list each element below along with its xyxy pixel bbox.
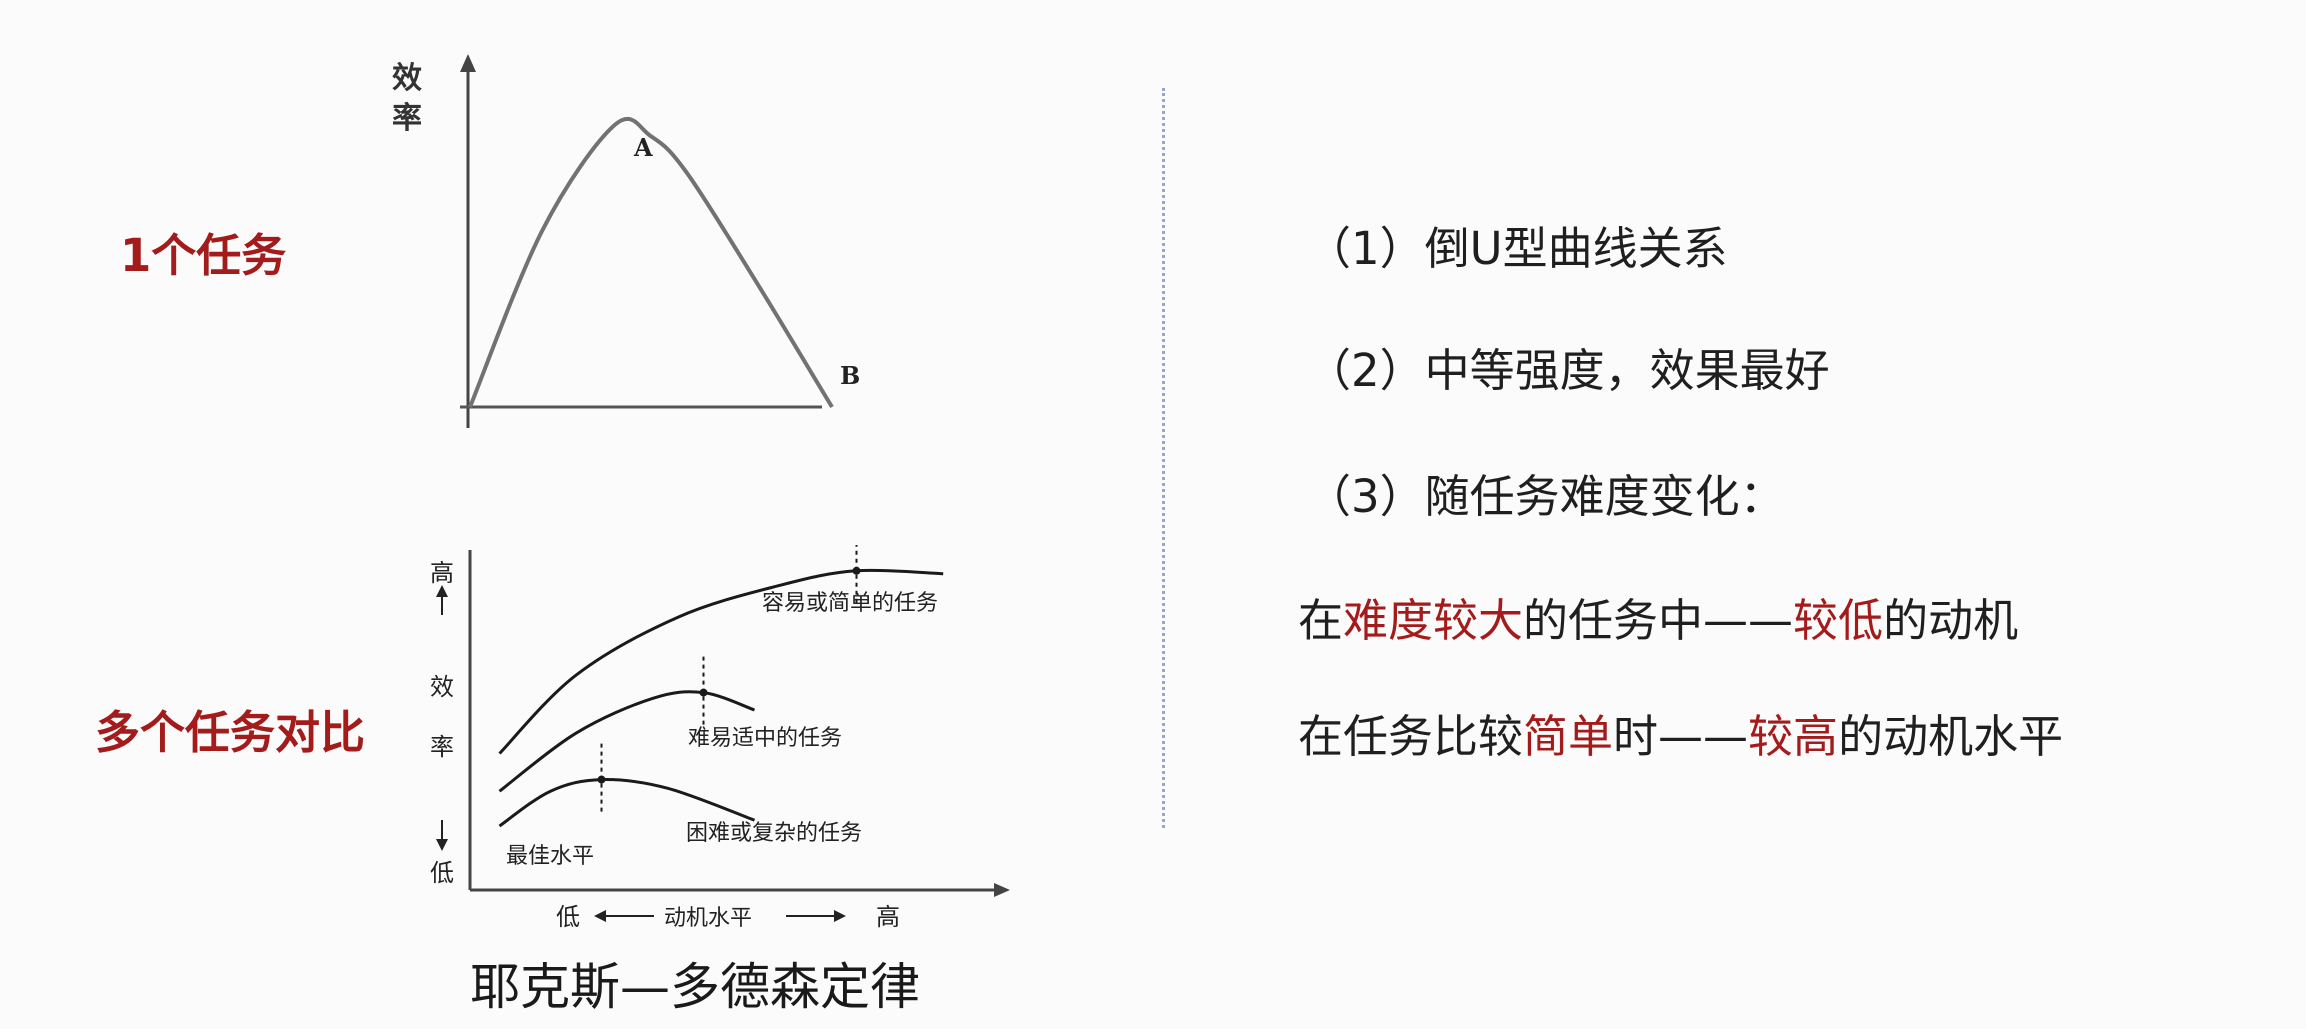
rule-hard-a: 在 bbox=[1298, 594, 1344, 647]
rule-hard-e: 的动机 bbox=[1883, 594, 2019, 647]
label-multi-task: 多个任务对比 bbox=[95, 706, 366, 759]
chart2-series-1-label: 容易或简单的任务 bbox=[762, 591, 938, 616]
point-3: （3）随任务难度变化： bbox=[1306, 470, 1785, 523]
rule-hard-task: 在难度较大的任务中——较低的动机 bbox=[1298, 598, 2018, 643]
chart1-curve bbox=[468, 116, 834, 409]
figure-caption: 耶克斯—多德森定律 bbox=[470, 958, 920, 1016]
chart2-x-arrow bbox=[994, 883, 1010, 897]
chart1-annotation-a: A bbox=[633, 133, 653, 162]
chart2-ytick-high: 高 bbox=[430, 559, 454, 587]
chart2-series-2-optimum-dot bbox=[699, 688, 708, 697]
chart2-optimum-label: 最佳水平 bbox=[506, 844, 594, 869]
chart2-series-2-label: 难易适中的任务 bbox=[688, 726, 842, 751]
label-one-task: 1个任务 bbox=[120, 229, 287, 282]
rule-easy-d: 较高 bbox=[1748, 710, 1839, 763]
chart2-series-3-curve bbox=[498, 778, 756, 828]
inverted-u-chart: 效率 A B bbox=[360, 50, 880, 450]
rule-hard-c: 的任务中—— bbox=[1523, 594, 1794, 647]
chart2-series-3-optimum-dot bbox=[597, 775, 606, 784]
point-1: （1）倒U型曲线关系 bbox=[1306, 222, 1728, 275]
yerkes-dodson-chart: 高 效率 低 低 动机水平 高 容易或简单的任务 难易适中的任务 困难或复杂的任务 … bbox=[410, 545, 1030, 945]
rule-hard-d: 较低 bbox=[1793, 594, 1884, 647]
chart1-annotation-b: B bbox=[840, 361, 860, 390]
point-2: （2）中等强度，效果最好 bbox=[1306, 344, 1830, 397]
ylabel-char: 效 bbox=[392, 61, 422, 96]
ylabel-char: 效 bbox=[430, 673, 454, 701]
rule-easy-task: 在任务比较简单时——较高的动机水平 bbox=[1298, 714, 2063, 759]
chart2-xlabel-arrow-right bbox=[834, 910, 846, 922]
rule-easy-c: 时—— bbox=[1613, 710, 1749, 763]
chart2-xlabel: 动机水平 bbox=[664, 906, 752, 931]
chart2-ylabel: 效率 bbox=[430, 673, 454, 761]
chart1-y-arrow bbox=[460, 54, 476, 72]
rule-hard-b: 难度较大 bbox=[1343, 594, 1524, 647]
chart2-xlabel-arrow-left bbox=[594, 910, 606, 922]
chart2-xtick-low: 低 bbox=[556, 903, 580, 931]
chart2-series-3-label: 困难或复杂的任务 bbox=[686, 821, 862, 846]
rule-easy-e: 的动机水平 bbox=[1838, 710, 2064, 763]
chart2-ytick-low: 低 bbox=[430, 859, 454, 887]
rule-easy-b: 简单 bbox=[1523, 710, 1614, 763]
ylabel-char: 率 bbox=[392, 101, 422, 136]
chart2-series-1-optimum-dot bbox=[852, 566, 861, 575]
chart1-ylabel: 效率 bbox=[392, 61, 422, 136]
ylabel-char: 率 bbox=[430, 733, 454, 761]
dotted-divider bbox=[1162, 88, 1165, 828]
chart2-xtick-high: 高 bbox=[876, 903, 900, 931]
chart2-ylabel-arrow-down bbox=[436, 839, 448, 851]
rule-easy-a: 在任务比较 bbox=[1298, 710, 1524, 763]
